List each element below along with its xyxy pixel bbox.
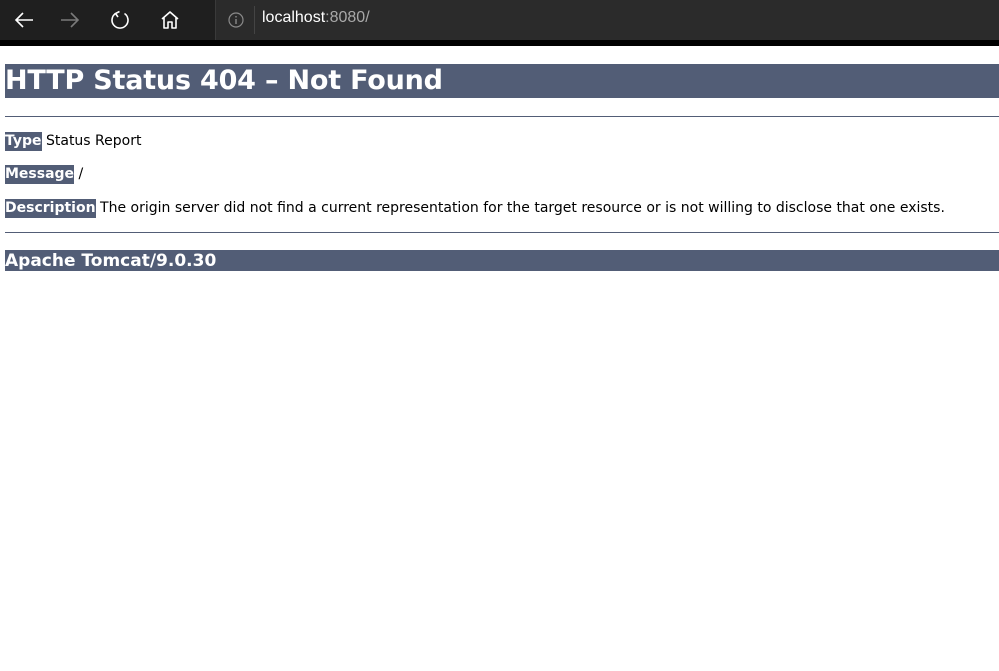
url-port-path: :8080/ <box>325 9 370 26</box>
home-icon <box>161 11 179 29</box>
divider-bottom <box>5 232 999 233</box>
message-value: / <box>78 166 84 182</box>
back-button[interactable] <box>0 0 48 40</box>
page-title: HTTP Status 404 – Not Found <box>5 64 999 98</box>
divider-top <box>5 116 999 117</box>
description-label: Description <box>5 199 96 218</box>
error-page: HTTP Status 404 – Not Found Type Status … <box>5 46 999 271</box>
forward-arrow-icon <box>61 12 80 28</box>
refresh-icon <box>111 10 129 29</box>
type-value: Status Report <box>45 133 142 149</box>
description-value: The origin server did not find a current… <box>100 200 945 216</box>
home-button[interactable] <box>146 0 194 40</box>
type-row: Type Status Report <box>5 132 142 151</box>
message-row: Message / <box>5 165 84 184</box>
description-row: Description The origin server did not fi… <box>5 199 945 218</box>
address-divider <box>254 6 255 34</box>
info-icon[interactable] <box>228 12 244 28</box>
back-arrow-icon <box>14 12 33 28</box>
forward-button[interactable] <box>46 0 94 40</box>
address-bar[interactable]: localhost:8080/ <box>215 0 999 40</box>
server-footer: Apache Tomcat/9.0.30 <box>5 250 999 271</box>
refresh-button[interactable] <box>96 0 144 40</box>
message-label: Message <box>5 165 75 184</box>
type-label: Type <box>5 132 42 151</box>
url-text[interactable]: localhost:8080/ <box>262 9 370 27</box>
browser-toolbar: localhost:8080/ <box>0 0 999 40</box>
url-host: localhost <box>262 9 326 26</box>
